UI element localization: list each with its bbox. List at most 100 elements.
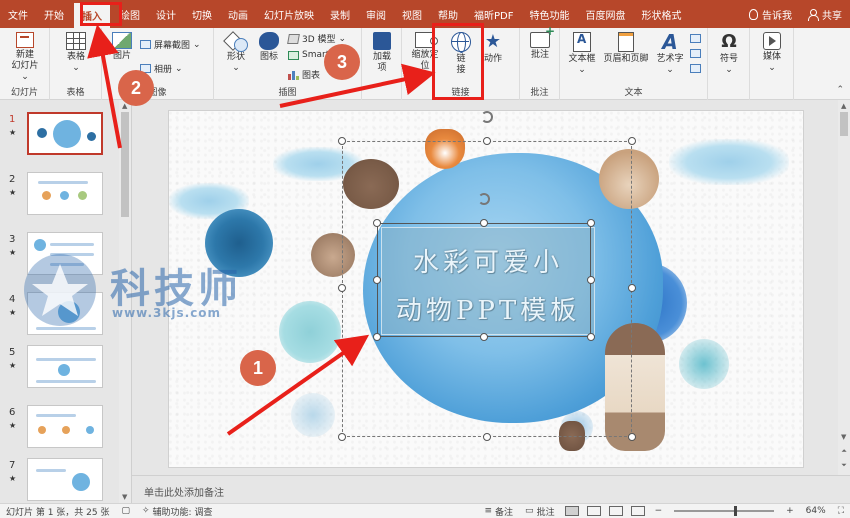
tab-baidu-netdisk[interactable]: 百度网盘	[577, 0, 633, 28]
slide-thumbnail[interactable]	[27, 345, 103, 388]
resize-handle[interactable]	[483, 137, 491, 145]
object-icon[interactable]	[690, 64, 701, 73]
tell-me-box[interactable]: 告诉我	[741, 0, 800, 28]
tab-file[interactable]: 文件	[0, 0, 36, 28]
rotate-handle-icon[interactable]	[481, 111, 493, 123]
comment-icon	[530, 26, 555, 48]
comments-toggle-button[interactable]: ▭ 批注	[519, 505, 561, 518]
wordart-button[interactable]: A 艺术字 ⌄	[652, 32, 688, 76]
screenshot-button[interactable]: 屏幕截图 ⌄	[140, 38, 201, 51]
thumbnail-item-1[interactable]: 1 ★	[0, 112, 120, 162]
thumbnail-item-7[interactable]: 7 ★	[0, 458, 120, 503]
media-button[interactable]: 媒体 ⌄	[756, 32, 788, 74]
previous-slide-icon[interactable]: ⏶	[840, 447, 848, 457]
accessibility-label: 辅助功能: 调查	[152, 507, 213, 518]
slide-thumbnail[interactable]	[27, 172, 103, 215]
scroll-thumb[interactable]	[121, 112, 129, 217]
slide-thumbnail[interactable]	[27, 405, 103, 448]
scroll-up-icon[interactable]: ▲	[841, 102, 846, 110]
resize-handle[interactable]	[338, 284, 346, 292]
new-slide-button[interactable]: 新建 幻灯片 ⌄	[4, 32, 46, 83]
comment-label: 批注	[530, 50, 549, 60]
normal-view-icon[interactable]	[564, 506, 579, 516]
tab-slideshow[interactable]: 幻灯片放映	[256, 0, 322, 28]
resize-handle[interactable]	[628, 433, 636, 441]
chevron-down-icon: ⌄	[768, 63, 776, 73]
slide-thumbnail[interactable]	[27, 458, 103, 501]
symbol-button[interactable]: Ω 符号 ⌄	[714, 32, 744, 76]
reading-view-icon[interactable]	[608, 506, 623, 516]
group-label-text: 文本	[624, 88, 643, 98]
picture-button[interactable]: 图片	[106, 32, 138, 62]
notes-pane[interactable]: 单击此处添加备注	[132, 475, 850, 503]
editor-vertical-scrollbar[interactable]: ▲ ▼ ⏶ ⏷	[838, 100, 850, 475]
zoom-level[interactable]: 64%	[800, 506, 832, 516]
comment-button[interactable]: 批注	[526, 26, 555, 61]
notes-placeholder[interactable]: 单击此处添加备注	[144, 488, 224, 499]
resize-handle[interactable]	[480, 333, 488, 341]
textbox-button[interactable]: 文本框 ⌄	[564, 32, 600, 76]
chart-button[interactable]: 图表	[288, 68, 320, 81]
resize-handle[interactable]	[338, 137, 346, 145]
scroll-down-icon[interactable]: ▼	[122, 493, 127, 501]
resize-handle[interactable]	[587, 219, 595, 227]
accessibility-status[interactable]: ✧ 辅助功能: 调查	[136, 505, 218, 518]
zoom-out-icon[interactable]: −	[649, 506, 669, 516]
thumb-circle	[86, 426, 94, 434]
tab-animations[interactable]: 动画	[220, 0, 256, 28]
tab-record[interactable]: 录制	[322, 0, 358, 28]
tab-design[interactable]: 设计	[148, 0, 184, 28]
resize-handle[interactable]	[338, 433, 346, 441]
share-button[interactable]: 共享	[800, 0, 850, 28]
addins-button[interactable]: 加载 项	[366, 32, 398, 74]
tab-transitions[interactable]: 切换	[184, 0, 220, 28]
resize-handle[interactable]	[373, 276, 381, 284]
resize-handle[interactable]	[628, 137, 636, 145]
resize-handle[interactable]	[483, 433, 491, 441]
3d-model-button[interactable]: 3D 模型 ⌄	[287, 32, 346, 45]
fit-to-window-icon[interactable]: ⛶	[832, 506, 850, 516]
thumb-line	[36, 469, 66, 472]
highlight-box-insert-tab	[80, 2, 122, 26]
resize-handle[interactable]	[373, 333, 381, 341]
thumbnail-item-6[interactable]: 6 ★	[0, 405, 120, 455]
slide-sorter-icon[interactable]	[586, 506, 601, 516]
watercolor-circle	[679, 339, 729, 389]
slide-thumbnail[interactable]	[27, 112, 103, 155]
title-selection-frame[interactable]	[377, 223, 591, 337]
header-footer-icon	[618, 32, 634, 52]
scroll-down-icon[interactable]: ▼	[841, 433, 846, 441]
slide-number-icon[interactable]	[690, 49, 701, 58]
tab-home[interactable]: 开始	[36, 0, 72, 28]
watermark-logo-icon	[24, 254, 96, 326]
next-slide-icon[interactable]: ⏷	[840, 461, 848, 471]
tab-review[interactable]: 审阅	[358, 0, 394, 28]
transition-star-icon: ★	[9, 361, 17, 370]
table-button[interactable]: 表格 ⌄	[58, 32, 94, 74]
zoom-slider[interactable]	[674, 506, 775, 516]
scroll-thumb[interactable]	[840, 112, 848, 136]
resize-handle[interactable]	[628, 284, 636, 292]
resize-handle[interactable]	[587, 333, 595, 341]
thumbnail-item-5[interactable]: 5 ★	[0, 345, 120, 395]
screenshot-icon	[140, 40, 151, 49]
rotate-handle-icon[interactable]	[478, 193, 490, 205]
thumb-circle	[62, 426, 70, 434]
resize-handle[interactable]	[587, 276, 595, 284]
spell-check-icon[interactable]: ▢	[115, 506, 136, 516]
zoom-in-icon[interactable]: +	[780, 506, 800, 516]
collapse-ribbon-icon[interactable]: ⌃	[836, 85, 844, 95]
tab-view[interactable]: 视图	[394, 0, 430, 28]
tab-shape-format[interactable]: 形状格式	[633, 0, 689, 28]
resize-handle[interactable]	[480, 219, 488, 227]
header-footer-button[interactable]: 页眉和页脚	[600, 32, 652, 65]
thumbnail-item-2[interactable]: 2 ★	[0, 172, 120, 222]
notes-toggle-button[interactable]: ≡ 备注	[478, 505, 519, 518]
icons-button[interactable]: 图标	[254, 32, 284, 63]
slideshow-icon[interactable]	[630, 506, 645, 516]
date-time-icon[interactable]	[690, 34, 701, 43]
shapes-button[interactable]: 形状 ⌄	[220, 32, 252, 74]
status-bar: 幻灯片 第 1 张，共 25 张 ▢ ✧ 辅助功能: 调查 ≡ 备注 ▭ 批注 …	[0, 503, 850, 518]
resize-handle[interactable]	[373, 219, 381, 227]
slide-counter: 幻灯片 第 1 张，共 25 张	[6, 507, 110, 518]
